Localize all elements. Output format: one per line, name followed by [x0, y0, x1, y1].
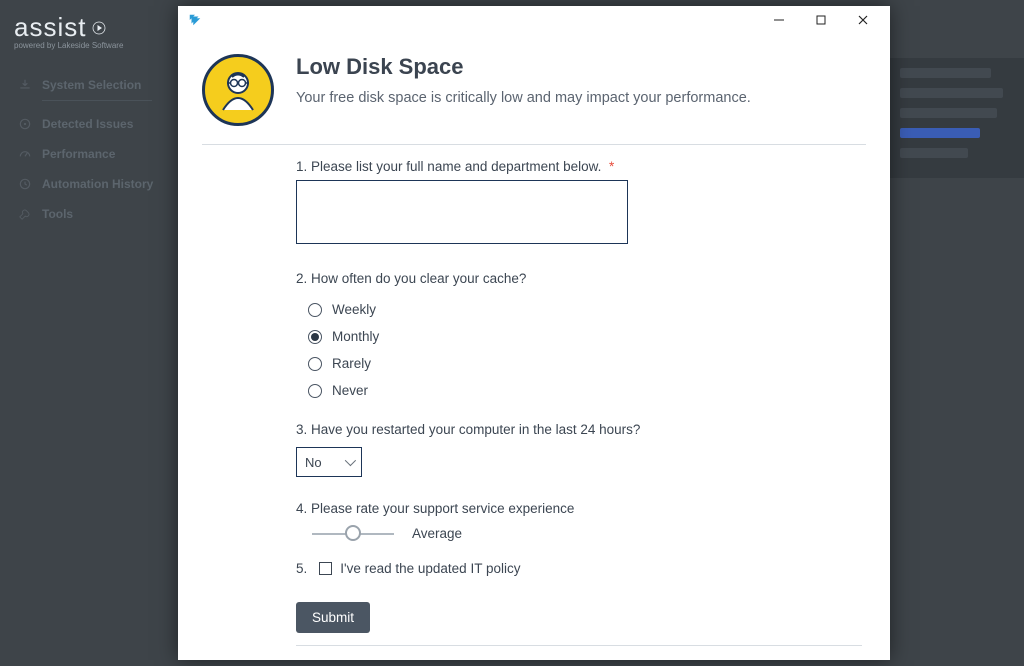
radio-icon: [308, 357, 322, 371]
q4-label: 4. Please rate your support service expe…: [296, 501, 866, 516]
q3-select[interactable]: No: [296, 447, 362, 477]
window-titlebar: [178, 6, 890, 34]
close-icon: [858, 15, 868, 25]
brand-name: assist: [14, 12, 86, 43]
radio-icon: [308, 384, 322, 398]
q5-checkbox[interactable]: [319, 562, 332, 575]
q2-option-monthly[interactable]: Monthly: [296, 323, 866, 350]
select-value: No: [305, 455, 322, 470]
app-icon: [188, 13, 202, 27]
window-close-button[interactable]: [842, 7, 884, 33]
wrench-icon: [18, 207, 32, 221]
radio-icon: [308, 303, 322, 317]
maximize-icon: [816, 15, 826, 25]
q5-number: 5.: [296, 561, 307, 576]
radio-label: Weekly: [332, 302, 376, 317]
sidebar-item-tools[interactable]: Tools: [14, 199, 164, 229]
submit-button[interactable]: Submit: [296, 602, 370, 633]
sidebar-item-automation-history[interactable]: Automation History: [14, 169, 164, 199]
q2-option-weekly[interactable]: Weekly: [296, 296, 866, 323]
q2-label: 2. How often do you clear your cache?: [296, 271, 866, 286]
dialog-content: Low Disk Space Your free disk space is c…: [178, 34, 890, 660]
radio-label: Monthly: [332, 329, 379, 344]
brand-logo: assist: [14, 12, 164, 43]
minimize-icon: [774, 15, 784, 25]
dialog-header: Low Disk Space Your free disk space is c…: [202, 54, 866, 145]
avatar: [202, 54, 274, 126]
q1-textarea[interactable]: [296, 180, 628, 244]
slider-value-label: Average: [412, 526, 462, 541]
required-marker: *: [609, 159, 614, 174]
q2-option-rarely[interactable]: Rarely: [296, 350, 866, 377]
q1-label: 1. Please list your full name and depart…: [296, 159, 866, 174]
sidebar-item-label: System Selection: [42, 78, 141, 92]
sidebar-item-label: Automation History: [42, 177, 153, 191]
slider-thumb[interactable]: [345, 525, 361, 541]
q5-label: I've read the updated IT policy: [340, 561, 520, 576]
chevron-down-icon: [345, 455, 356, 466]
gauge-icon: [18, 147, 32, 161]
q4-slider: Average: [312, 526, 866, 541]
q2-radio-group: Weekly Monthly Rarely Never: [296, 296, 866, 404]
dialog-description: Your free disk space is critically low a…: [296, 90, 751, 106]
brand-icon: [90, 19, 108, 37]
sidebar-item-label: Detected Issues: [42, 117, 133, 131]
sidebar: assist powered by Lakeside Software Syst…: [0, 0, 178, 666]
q3-label: 3. Have you restarted your computer in t…: [296, 422, 866, 437]
radio-label: Never: [332, 383, 368, 398]
target-icon: [18, 117, 32, 131]
survey-dialog: Low Disk Space Your free disk space is c…: [178, 6, 890, 660]
sidebar-item-label: Performance: [42, 147, 115, 161]
sidebar-item-detected-issues[interactable]: Detected Issues: [14, 109, 164, 139]
window-maximize-button[interactable]: [800, 7, 842, 33]
radio-icon: [308, 330, 322, 344]
q2-option-never[interactable]: Never: [296, 377, 866, 404]
form-divider: [296, 645, 862, 646]
download-icon: [18, 78, 32, 92]
radio-label: Rarely: [332, 356, 371, 371]
slider-track[interactable]: [312, 533, 394, 535]
sidebar-item-system-selection[interactable]: System Selection: [14, 70, 164, 100]
history-icon: [18, 177, 32, 191]
avatar-icon: [213, 65, 263, 115]
survey-form: 1. Please list your full name and depart…: [202, 145, 866, 646]
brand-subtitle: powered by Lakeside Software: [14, 41, 164, 50]
obscured-panel: [890, 58, 1024, 178]
window-minimize-button[interactable]: [758, 7, 800, 33]
sidebar-item-label: Tools: [42, 207, 73, 221]
dialog-title: Low Disk Space: [296, 54, 751, 80]
q5-row: 5. I've read the updated IT policy: [296, 561, 866, 576]
sidebar-item-performance[interactable]: Performance: [14, 139, 164, 169]
